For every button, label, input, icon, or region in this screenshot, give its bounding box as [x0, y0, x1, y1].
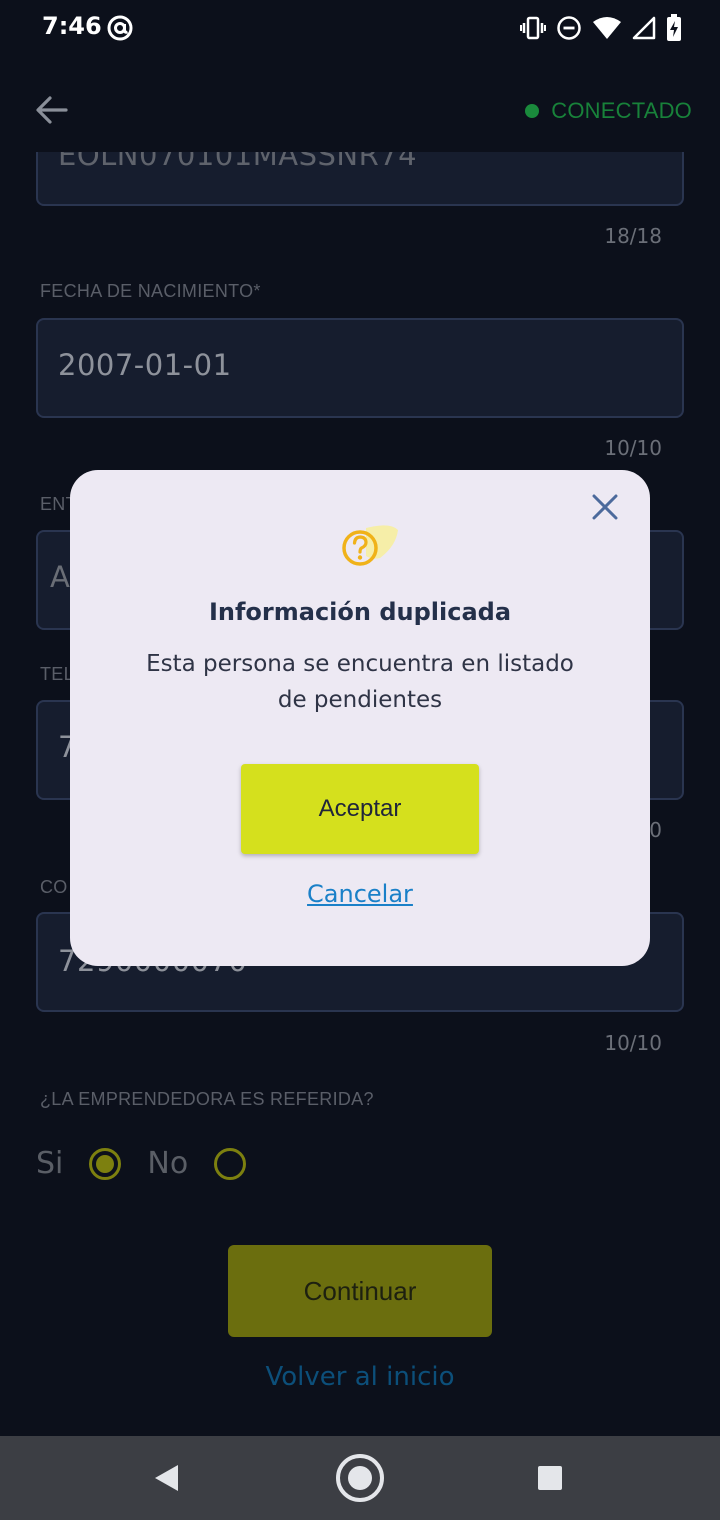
back-triangle-icon	[155, 1465, 178, 1491]
connection-dot	[525, 104, 540, 118]
connection-status-text: CONECTADO	[551, 98, 692, 123]
arrow-left-icon[interactable]	[34, 92, 70, 128]
duplicate-info-dialog: Información duplicada Esta persona se en…	[70, 470, 650, 966]
question-circle-icon	[342, 525, 398, 566]
dialog-title: Información duplicada	[208, 598, 512, 626]
recents-square-icon	[538, 1466, 562, 1490]
connection-status: CONECTADO	[525, 98, 692, 124]
cancel-link[interactable]: Cancelar	[70, 880, 650, 908]
wifi-icon	[593, 17, 621, 39]
status-icons	[520, 14, 682, 42]
signal-icon	[632, 16, 656, 40]
nav-home-button[interactable]	[334, 1452, 386, 1504]
at-sign-icon	[107, 15, 133, 41]
status-bar: 7:46	[0, 0, 720, 56]
accept-button[interactable]: Aceptar	[241, 764, 479, 854]
do-not-disturb-icon	[557, 16, 581, 40]
status-time: 7:46	[42, 12, 102, 40]
battery-charging-icon	[667, 14, 681, 41]
nav-recents-button[interactable]	[526, 1454, 574, 1502]
system-nav-bar	[0, 1436, 720, 1520]
app-bar: CONECTADO	[0, 56, 720, 152]
dialog-message: Esta persona se encuentra en listado de …	[146, 651, 574, 713]
close-icon[interactable]	[588, 490, 622, 524]
vibrate-icon	[520, 16, 546, 40]
home-circle-icon	[336, 1454, 384, 1502]
nav-back-button[interactable]	[142, 1454, 190, 1502]
